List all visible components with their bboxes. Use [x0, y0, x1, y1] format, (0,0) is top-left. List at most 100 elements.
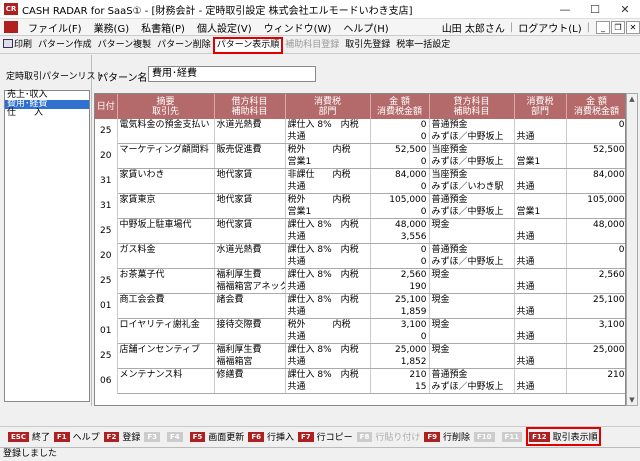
- cell-e[interactable]: みずほ／中野坂上: [429, 256, 515, 269]
- cell-g[interactable]: [566, 256, 625, 269]
- cell-f[interactable]: [514, 268, 567, 281]
- cell-e[interactable]: [429, 231, 515, 244]
- fkey-esc-button[interactable]: ESC 終了: [8, 430, 50, 443]
- cell-g[interactable]: 84,000: [566, 168, 625, 181]
- cell-f[interactable]: 共通: [514, 231, 567, 244]
- cell-g[interactable]: [566, 306, 625, 319]
- cell-g[interactable]: 48,000: [566, 218, 625, 231]
- cell-e[interactable]: [429, 281, 515, 294]
- cell-d[interactable]: 3,100: [370, 318, 430, 331]
- cell-a[interactable]: 商工会会費: [117, 293, 215, 306]
- menu-business[interactable]: 業務(G): [88, 20, 136, 35]
- cell-g[interactable]: 0: [566, 243, 625, 256]
- table-row[interactable]: 25 電気料金の預金支払い 水道光熱費 課仕入 8% 内税 0 普通預金 0: [95, 119, 625, 144]
- cell-f[interactable]: [514, 368, 567, 381]
- cell-b[interactable]: 販売促進費: [214, 143, 286, 156]
- cell-c[interactable]: 課仕入 8% 内税: [285, 368, 371, 381]
- cell-d[interactable]: 0: [370, 119, 430, 131]
- cell-a[interactable]: 中野坂上駐車場代: [117, 218, 215, 231]
- cell-e[interactable]: 現金: [429, 218, 515, 231]
- cell-g[interactable]: 2,560: [566, 268, 625, 281]
- fkey-f7-button[interactable]: F7 行コピー: [297, 430, 353, 443]
- cell-a[interactable]: [117, 131, 215, 144]
- table-row[interactable]: 営業1 0 みずほ／中野坂上 営業1: [95, 206, 625, 219]
- cell-b[interactable]: 福利厚生費: [214, 268, 286, 281]
- menu-file[interactable]: ファイル(F): [22, 20, 88, 35]
- close-icon[interactable]: ✕: [610, 0, 640, 19]
- cell-c[interactable]: 税外 内税: [285, 193, 371, 206]
- cell-d[interactable]: 84,000: [370, 168, 430, 181]
- cell-c[interactable]: 税外 内税: [285, 143, 371, 156]
- cell-c[interactable]: 共通: [285, 331, 371, 344]
- mdi-close-icon[interactable]: ✕: [626, 20, 640, 34]
- cell-day[interactable]: 25: [95, 218, 118, 244]
- cell-day[interactable]: 25: [95, 119, 118, 144]
- cell-f[interactable]: 共通: [514, 281, 567, 294]
- cell-f[interactable]: [514, 168, 567, 181]
- cell-c[interactable]: 課仕入 8% 内税: [285, 268, 371, 281]
- table-row[interactable]: 01 ロイヤリティ謝礼金 接待交際費 税外 内税 3,100 現金 3,100: [95, 318, 625, 344]
- cell-day[interactable]: 01: [95, 293, 118, 319]
- cell-f[interactable]: [514, 143, 567, 156]
- cell-e[interactable]: [429, 306, 515, 319]
- cell-d[interactable]: 210: [370, 368, 430, 381]
- cell-a[interactable]: [117, 281, 215, 294]
- cell-e[interactable]: 現金: [429, 343, 515, 356]
- cell-f[interactable]: 営業1: [514, 206, 567, 219]
- pattern-list-item-purchases[interactable]: 仕 入: [5, 109, 89, 118]
- cell-d[interactable]: 0: [370, 156, 430, 169]
- cell-a[interactable]: [117, 181, 215, 194]
- cell-e[interactable]: 普通預金: [429, 119, 515, 131]
- cell-f[interactable]: [514, 343, 567, 356]
- cell-b[interactable]: 福利厚生費: [214, 343, 286, 356]
- cell-b[interactable]: [214, 156, 286, 169]
- vertical-scrollbar[interactable]: ▲ ▼: [626, 93, 638, 406]
- table-row[interactable]: 25 中野坂上駐車場代 地代家賃 課仕入 8% 内税 48,000 現金 48,000: [95, 218, 625, 244]
- cell-c[interactable]: 税外 内税: [285, 318, 371, 331]
- fkey-f8-button[interactable]: F8 行貼り付け: [356, 430, 420, 443]
- fkey-f2-button[interactable]: F2 登録: [103, 430, 140, 443]
- fkey-f4-button[interactable]: F4: [166, 431, 186, 442]
- cell-b[interactable]: [214, 206, 286, 219]
- cell-b[interactable]: [214, 306, 286, 319]
- cell-day[interactable]: 31: [95, 168, 118, 194]
- cell-e[interactable]: みずほ／中野坂上: [429, 156, 515, 169]
- cell-e[interactable]: [429, 331, 515, 344]
- fkey-f9-button[interactable]: F9 行削除: [424, 430, 470, 443]
- table-row[interactable]: 福福箱宮アネックス共通190共通: [95, 281, 625, 294]
- cell-g[interactable]: [566, 356, 625, 369]
- table-row[interactable]: 20 マーケティング顧問料 販売促進費 税外 内税 52,500 当座預金 52,500: [95, 143, 625, 169]
- cell-e[interactable]: 現金: [429, 293, 515, 306]
- cell-c[interactable]: 共通: [285, 181, 371, 194]
- cell-day[interactable]: 20: [95, 243, 118, 269]
- cell-e[interactable]: 普通預金: [429, 193, 515, 206]
- fkey-f12-button[interactable]: F12 取引表示順: [526, 427, 601, 446]
- cell-c[interactable]: 課仕入 8% 内税: [285, 218, 371, 231]
- cell-b[interactable]: 地代家賃: [214, 218, 286, 231]
- cell-e[interactable]: 当座預金: [429, 143, 515, 156]
- table-row[interactable]: 共通 0 みずほ／中野坂上 共通: [95, 131, 625, 144]
- cell-b[interactable]: 地代家賃: [214, 193, 286, 206]
- cell-c[interactable]: 課仕入 8% 内税: [285, 119, 371, 131]
- menu-personal-settings[interactable]: 個人設定(V): [191, 20, 258, 35]
- cell-a[interactable]: [117, 231, 215, 244]
- cell-b[interactable]: 地代家賃: [214, 168, 286, 181]
- cell-c[interactable]: 共通: [285, 231, 371, 244]
- cell-g[interactable]: [566, 381, 625, 394]
- fkey-f3-button[interactable]: F3: [144, 431, 163, 442]
- cell-f[interactable]: 共通: [514, 331, 567, 344]
- cell-g[interactable]: 105,000: [566, 193, 625, 206]
- cell-day[interactable]: 25: [95, 268, 118, 294]
- cell-d[interactable]: 3,556: [370, 231, 430, 244]
- cell-f[interactable]: [514, 119, 567, 131]
- cell-b[interactable]: 修繕費: [214, 368, 286, 381]
- cell-e[interactable]: みずほ／中野坂上: [429, 381, 515, 394]
- cell-d[interactable]: 0: [370, 256, 430, 269]
- cell-g[interactable]: [566, 231, 625, 244]
- mdi-minimize-icon[interactable]: _: [596, 20, 610, 34]
- table-row[interactable]: 20 ガス料金 水道光熱費 課仕入 8% 内税 0 普通預金 0: [95, 243, 625, 269]
- cell-d[interactable]: 0: [370, 243, 430, 256]
- cell-e[interactable]: 普通預金: [429, 368, 515, 381]
- cell-f[interactable]: 共通: [514, 256, 567, 269]
- cell-d[interactable]: 0: [370, 181, 430, 194]
